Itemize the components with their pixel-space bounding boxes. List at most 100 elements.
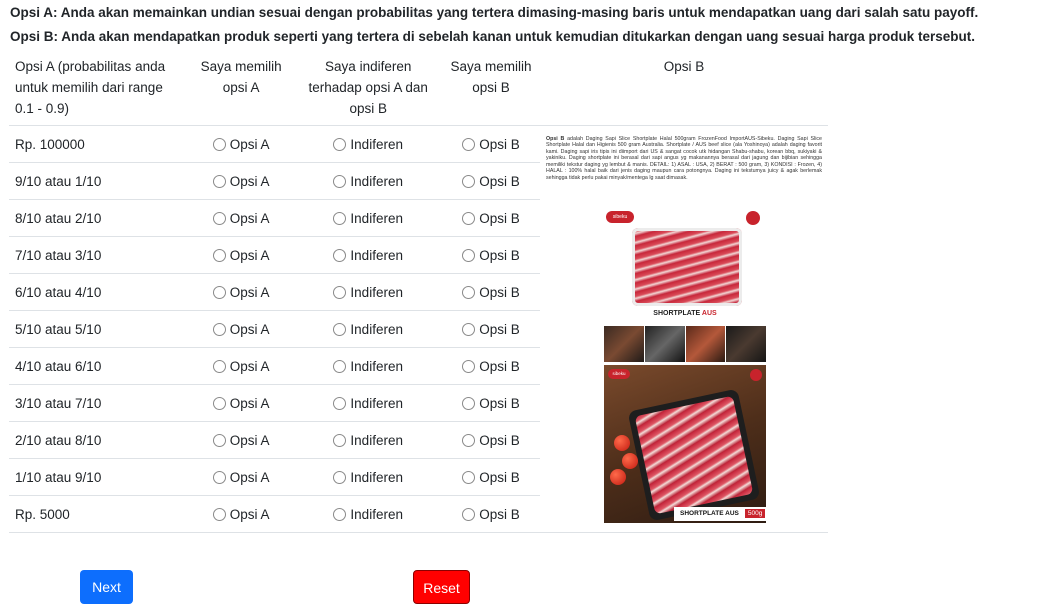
radio-circle-icon[interactable] [212, 137, 226, 151]
radio-label: Opsi A [229, 136, 270, 152]
radio-opsi-a[interactable]: Opsi A [212, 174, 269, 189]
brand-logo-small: sibeku [608, 368, 630, 379]
radio-circle-icon[interactable] [462, 470, 476, 484]
radio-circle-icon[interactable] [333, 322, 347, 336]
radio-opsi-a[interactable]: Opsi A [212, 507, 269, 522]
radio-opsi-b[interactable]: Opsi B [462, 285, 520, 300]
radio-opsi-b[interactable]: Opsi B [462, 433, 520, 448]
radio-circle-icon[interactable] [462, 396, 476, 410]
radio-label: Opsi B [479, 432, 520, 448]
radio-circle-icon[interactable] [212, 433, 226, 447]
radio-circle-icon[interactable] [462, 359, 476, 373]
meat-tray-image [632, 227, 742, 306]
radio-circle-icon[interactable] [212, 174, 226, 188]
radio-label: Opsi A [229, 210, 270, 226]
radio-circle-icon[interactable] [333, 359, 347, 373]
radio-circle-icon[interactable] [212, 285, 226, 299]
radio-circle-icon[interactable] [462, 248, 476, 262]
table-header-row: Opsi A (probabilitas anda untuk memilih … [9, 52, 828, 126]
radio-circle-icon[interactable] [462, 211, 476, 225]
radio-opsi-b[interactable]: Opsi B [462, 507, 520, 522]
product-label-text: SHORTPLATE AUS [680, 509, 739, 517]
meat-tray-large-image [627, 388, 761, 521]
radio-opsi-a[interactable]: Opsi A [212, 210, 270, 226]
radio-indiferen[interactable]: Indiferen [333, 137, 403, 152]
radio-circle-icon[interactable] [212, 248, 226, 262]
radio-opsi-a[interactable]: Opsi A [212, 359, 269, 374]
option-b-product-cell: Opsi B adalah Daging Sapi Slice Shortpla… [540, 125, 828, 533]
radio-label: Opsi B [479, 358, 520, 374]
radio-circle-icon[interactable] [462, 174, 476, 188]
radio-indiferen[interactable]: Indiferen [333, 322, 403, 337]
radio-indiferen[interactable]: Indiferen [333, 248, 403, 263]
radio-opsi-b[interactable]: Opsi B [462, 322, 520, 337]
row-label: 2/10 atau 8/10 [9, 421, 188, 459]
radio-label: Opsi B [479, 506, 520, 522]
radio-indiferen[interactable]: Indiferen [333, 359, 403, 374]
radio-circle-icon[interactable] [462, 137, 476, 151]
table-row: Rp. 100000 Opsi A Indiferen Opsi B Opsi B a… [9, 125, 828, 533]
radio-label: Indiferen [350, 321, 403, 337]
radio-circle-icon[interactable] [333, 507, 347, 521]
radio-circle-icon[interactable] [333, 137, 347, 151]
reset-button[interactable]: Reset [413, 570, 470, 604]
radio-label: Opsi B [479, 321, 520, 337]
radio-opsi-a[interactable]: Opsi A [212, 136, 270, 152]
radio-circle-icon[interactable] [333, 470, 347, 484]
radio-circle-icon[interactable] [212, 396, 226, 410]
header-choose-b: Saya memilih opsi B [442, 52, 540, 126]
radio-label: Indiferen [350, 432, 403, 448]
radio-circle-icon[interactable] [333, 248, 347, 262]
radio-opsi-a[interactable]: Opsi A [212, 470, 269, 485]
product-image: Opsi B adalah Daging Sapi Slice Shortpla… [546, 136, 822, 523]
row-label: 1/10 atau 9/10 [9, 458, 188, 496]
radio-opsi-b[interactable]: Opsi B [462, 211, 520, 226]
radio-opsi-b[interactable]: Opsi B [462, 359, 520, 374]
header-option-b: Opsi B [540, 52, 828, 126]
radio-opsi-a[interactable]: Opsi A [212, 284, 270, 300]
radio-opsi-b[interactable]: Opsi B [462, 248, 520, 263]
radio-opsi-b[interactable]: Opsi B [462, 174, 520, 189]
radio-label: Indiferen [350, 173, 403, 189]
radio-circle-icon[interactable] [462, 285, 476, 299]
radio-circle-icon[interactable] [333, 211, 347, 225]
radio-circle-icon[interactable] [462, 322, 476, 336]
radio-circle-icon[interactable] [212, 507, 226, 521]
radio-opsi-a[interactable]: Opsi A [212, 396, 269, 411]
radio-indiferen[interactable]: Indiferen [333, 396, 403, 411]
radio-indiferen[interactable]: Indiferen [333, 507, 403, 522]
product-title-black: SHORTPLATE [653, 309, 701, 317]
radio-circle-icon[interactable] [212, 470, 226, 484]
radio-indiferen[interactable]: Indiferen [333, 211, 403, 226]
radio-indiferen[interactable]: Indiferen [333, 174, 403, 189]
radio-circle-icon[interactable] [462, 433, 476, 447]
radio-label: Indiferen [350, 506, 403, 522]
row-label: Rp. 100000 [9, 125, 188, 163]
radio-circle-icon[interactable] [212, 211, 226, 225]
radio-circle-icon[interactable] [462, 507, 476, 521]
radio-opsi-a[interactable]: Opsi A [212, 433, 269, 448]
radio-indiferen[interactable]: Indiferen [333, 470, 403, 485]
next-button[interactable]: Next [80, 570, 133, 604]
radio-opsi-b[interactable]: Opsi B [462, 137, 520, 152]
radio-label: Indiferen [350, 395, 403, 411]
row-label: 9/10 atau 1/10 [9, 162, 188, 200]
radio-opsi-b[interactable]: Opsi B [462, 396, 520, 411]
tomato-image [614, 434, 630, 451]
radio-indiferen[interactable]: Indiferen [333, 285, 403, 300]
radio-circle-icon[interactable] [333, 433, 347, 447]
instruction-option-a: Opsi A: Anda akan memainkan undian sesua… [10, 5, 979, 20]
radio-circle-icon[interactable] [212, 359, 226, 373]
radio-opsi-b[interactable]: Opsi B [462, 470, 520, 485]
product-title: SHORTPLATE AUS [604, 310, 766, 317]
radio-circle-icon[interactable] [333, 174, 347, 188]
radio-circle-icon[interactable] [333, 396, 347, 410]
radio-circle-icon[interactable] [212, 322, 226, 336]
radio-opsi-a[interactable]: Opsi A [212, 322, 269, 337]
radio-label: Opsi A [229, 284, 270, 300]
halal-badge-small-icon [750, 368, 762, 381]
radio-opsi-a[interactable]: Opsi A [212, 248, 269, 263]
radio-indiferen[interactable]: Indiferen [333, 433, 403, 448]
radio-circle-icon[interactable] [333, 285, 347, 299]
row-label: 6/10 atau 4/10 [9, 273, 188, 311]
